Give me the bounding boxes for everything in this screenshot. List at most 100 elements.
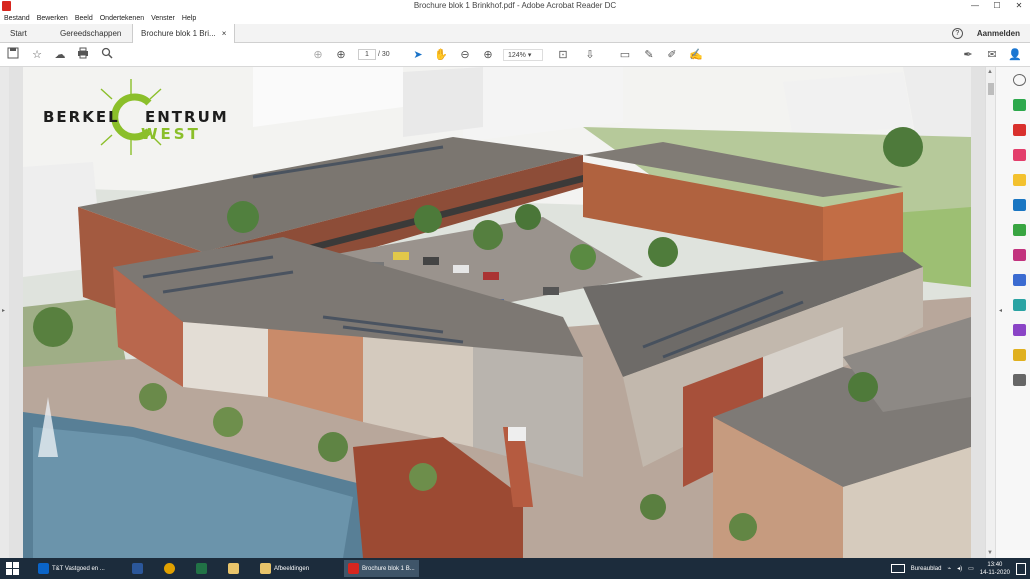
- taskbar-afbeeldingen[interactable]: Afbeeldingen: [260, 560, 309, 577]
- action-center-icon[interactable]: [1016, 562, 1026, 575]
- draw-icon[interactable]: ✐: [664, 47, 680, 63]
- taskbar-explorer[interactable]: [228, 560, 239, 577]
- word-icon: [132, 563, 143, 574]
- taskbar-outlook[interactable]: T&T Vastgoed en ...: [38, 560, 105, 577]
- expand-left-icon: ▸: [2, 308, 6, 314]
- fill-sign-icon[interactable]: ✒: [960, 47, 976, 63]
- maximize-button[interactable]: ☐: [986, 0, 1008, 12]
- document-view[interactable]: BERKEL ENTRUM WEST: [9, 67, 985, 558]
- tab-start[interactable]: Start: [2, 24, 35, 43]
- right-tools-panel: ◂: [995, 67, 1030, 558]
- share-user-icon[interactable]: 👤: [1007, 47, 1023, 63]
- pdf-page: BERKEL ENTRUM WEST: [23, 67, 971, 558]
- folder-images-icon: [260, 563, 271, 574]
- menu-bewerken[interactable]: Bewerken: [37, 15, 68, 22]
- tab-close-icon[interactable]: ×: [222, 29, 227, 38]
- menu-bar: Bestand Bewerken Beeld Ondertekenen Vens…: [0, 12, 1030, 24]
- taskbar-word[interactable]: [132, 560, 143, 577]
- zoom-in-icon[interactable]: ⊕: [480, 47, 496, 63]
- zoom-out-icon[interactable]: ⊖: [457, 47, 473, 63]
- clock-date: 14-11-2020: [979, 569, 1010, 576]
- taskbar-outlook-label: T&T Vastgoed en ...: [52, 565, 105, 572]
- email-icon[interactable]: ✉: [984, 47, 1000, 63]
- menu-venster[interactable]: Venster: [151, 15, 175, 22]
- print-icon[interactable]: [75, 47, 91, 63]
- organize-pages-icon[interactable]: [1013, 224, 1026, 236]
- more-tools-icon[interactable]: [1013, 374, 1026, 386]
- combine-files-icon[interactable]: [1013, 199, 1026, 211]
- window-title: Brochure blok 1 Brinkhof.pdf - Adobe Acr…: [413, 1, 617, 10]
- highlight-pen-icon[interactable]: ✎: [641, 47, 657, 63]
- zoom-dropdown[interactable]: 124% ▾: [503, 49, 543, 61]
- select-cursor-icon[interactable]: ➤: [410, 47, 426, 63]
- tab-document-label: Brochure blok 1 Bri...: [141, 29, 216, 38]
- chrome-icon: [164, 563, 175, 574]
- page-number-input[interactable]: 1: [358, 49, 376, 60]
- logo-text-berkel: BERKEL: [43, 108, 120, 126]
- search-icon[interactable]: [99, 47, 115, 63]
- sign-icon[interactable]: ✍: [688, 47, 704, 63]
- aerial-rendering-image: BERKEL ENTRUM WEST: [23, 67, 971, 558]
- keyboard-icon[interactable]: [890, 564, 905, 573]
- collapse-panel-icon[interactable]: ◂: [999, 307, 1002, 314]
- toolbar: ☆ ☁ ⊕ ⊕ 1 / 30 ➤ ✋ ⊖ ⊕ 124% ▾ ⊡ ⇩ ▭ ✎ ✐ …: [0, 43, 1030, 67]
- export-pdf-icon[interactable]: [1013, 99, 1026, 111]
- logo-text-centrum: ENTRUM: [145, 108, 229, 126]
- tab-document[interactable]: Brochure blok 1 Bri... ×: [132, 24, 236, 43]
- notification-icon[interactable]: ▭: [968, 565, 974, 572]
- zoom-value: 124%: [508, 52, 526, 59]
- protect-shield-icon[interactable]: [1013, 274, 1026, 286]
- outlook-icon: [38, 563, 49, 574]
- scroll-down-icon[interactable]: ▼: [987, 550, 993, 556]
- network-icon[interactable]: ⌁: [947, 565, 951, 572]
- stamp-icon[interactable]: [1013, 349, 1026, 361]
- edit-pdf-icon[interactable]: [1013, 149, 1026, 161]
- help-icon[interactable]: ?: [951, 28, 963, 39]
- bookmark-star-icon[interactable]: ☆: [29, 47, 45, 63]
- system-tray: Bureaublad ⌁ ◂) ▭ 13:40 14-11-2020: [890, 560, 1026, 577]
- save-icon[interactable]: [5, 47, 21, 63]
- excel-icon: [196, 563, 207, 574]
- vertical-scrollbar[interactable]: ▲ ▼: [985, 67, 995, 558]
- minimize-button[interactable]: —: [964, 0, 986, 12]
- scroll-mode-icon[interactable]: ⇩: [582, 47, 598, 63]
- scroll-thumb[interactable]: [988, 83, 994, 95]
- comment-icon[interactable]: ▭: [617, 47, 633, 63]
- taskbar-chrome[interactable]: [164, 560, 175, 577]
- fill-sign-tool-icon[interactable]: [1013, 249, 1026, 261]
- tab-bar: Start Gereedschappen Brochure blok 1 Bri…: [0, 24, 1030, 43]
- clock[interactable]: 13:40 14-11-2020: [980, 561, 1010, 577]
- menu-bestand[interactable]: Bestand: [4, 15, 30, 22]
- taskbar-afbeeldingen-label: Afbeeldingen: [274, 565, 310, 572]
- logo-text-west: WEST: [141, 125, 201, 143]
- taskbar: T&T Vastgoed en ... Afbeeldingen Brochur…: [0, 558, 1030, 579]
- close-button[interactable]: ✕: [1008, 0, 1030, 12]
- taskbar-acrobat-label: Brochure blok 1 B...: [362, 565, 415, 572]
- desktop-label[interactable]: Bureaublad: [911, 566, 942, 572]
- tab-tools[interactable]: Gereedschappen: [52, 24, 129, 43]
- scroll-up-icon[interactable]: ▲: [987, 69, 993, 75]
- windows-start-icon[interactable]: [6, 562, 20, 575]
- signin-button[interactable]: Aanmelden: [977, 29, 1020, 38]
- clock-time: 13:40: [987, 561, 1003, 568]
- menu-help[interactable]: Help: [182, 15, 196, 22]
- taskbar-acrobat[interactable]: Brochure blok 1 B...: [344, 560, 419, 577]
- title-bar: Brochure blok 1 Brinkhof.pdf - Adobe Acr…: [0, 0, 1030, 12]
- optimize-icon[interactable]: [1013, 299, 1026, 311]
- fit-page-icon[interactable]: ⊡: [555, 47, 571, 63]
- menu-beeld[interactable]: Beeld: [75, 15, 93, 22]
- hand-tool-icon[interactable]: ✋: [433, 47, 449, 63]
- left-panel-toggle[interactable]: ▸: [0, 67, 9, 558]
- page-indicator: 1 / 30: [358, 49, 390, 60]
- create-pdf-icon[interactable]: [1013, 124, 1026, 136]
- send-signature-icon[interactable]: [1013, 324, 1026, 336]
- previous-page-icon[interactable]: ⊕: [310, 47, 326, 63]
- find-icon[interactable]: [1013, 74, 1026, 86]
- comment-tool-icon[interactable]: [1013, 174, 1026, 186]
- menu-ondertekenen[interactable]: Ondertekenen: [100, 15, 144, 22]
- taskbar-excel[interactable]: [196, 560, 207, 577]
- acrobat-taskbar-icon: [348, 563, 359, 574]
- upload-cloud-icon[interactable]: ☁: [52, 47, 68, 63]
- next-page-icon[interactable]: ⊕: [333, 47, 349, 63]
- volume-icon[interactable]: ◂): [957, 565, 962, 572]
